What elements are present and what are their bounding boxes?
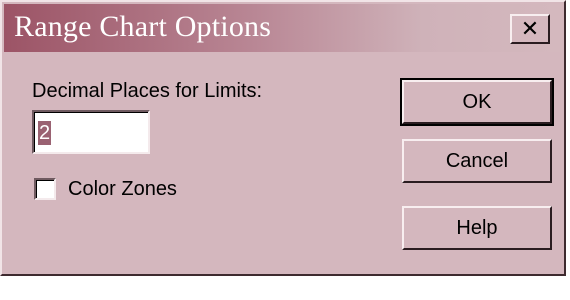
close-button[interactable]: ✕ bbox=[510, 14, 550, 44]
color-zones-label[interactable]: Color Zones bbox=[68, 178, 177, 201]
close-icon: ✕ bbox=[520, 16, 540, 42]
range-chart-options-dialog: Range Chart Options ✕ Decimal Places for… bbox=[0, 0, 566, 276]
cancel-button[interactable]: Cancel bbox=[402, 139, 552, 183]
help-button-label: Help bbox=[456, 216, 498, 239]
decimal-places-value: 2 bbox=[38, 121, 52, 145]
decimal-places-label: Decimal Places for Limits: bbox=[32, 80, 263, 102]
decimal-places-input[interactable]: 2 bbox=[32, 110, 150, 154]
title-bar[interactable]: Range Chart Options ✕ bbox=[4, 4, 562, 52]
ok-button-label: OK bbox=[462, 90, 492, 113]
help-button[interactable]: Help bbox=[402, 206, 552, 250]
color-zones-checkbox[interactable] bbox=[34, 178, 56, 200]
ok-button[interactable]: OK bbox=[400, 78, 554, 126]
dialog-title: Range Chart Options bbox=[14, 10, 272, 43]
cancel-button-label: Cancel bbox=[445, 149, 509, 172]
